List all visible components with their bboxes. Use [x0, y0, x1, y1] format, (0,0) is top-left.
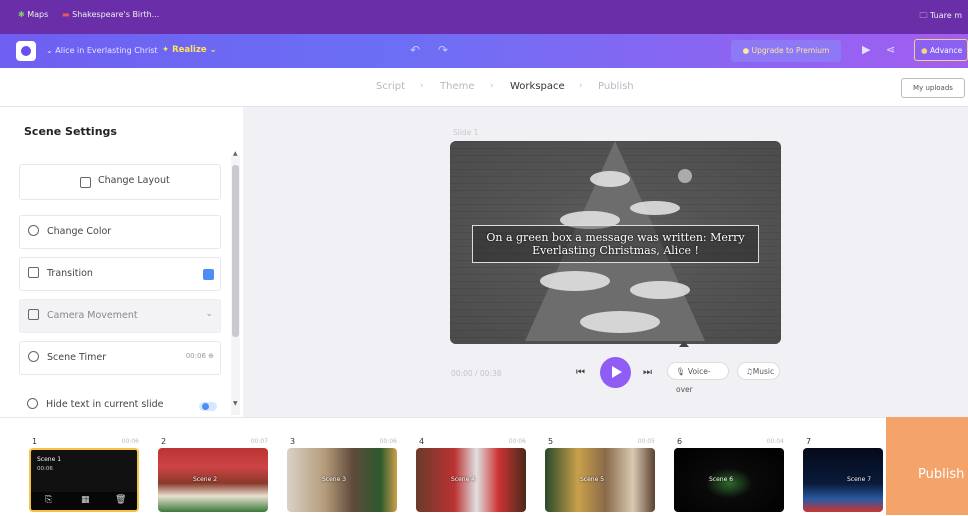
bookmark-folder[interactable]: 🗀 Tuare m — [919, 10, 962, 24]
step-script[interactable]: Script — [376, 81, 405, 92]
step-workspace[interactable]: Workspace — [510, 81, 565, 92]
palette-icon — [28, 225, 39, 236]
chevron-down-icon: ⌄ — [205, 309, 213, 319]
panel-scroll-thumb[interactable] — [232, 165, 239, 337]
next-scene-icon[interactable]: ⏭ — [643, 367, 652, 378]
music-icon: ♫ — [746, 367, 753, 376]
publish-button[interactable]: Publish — [918, 467, 964, 482]
scene-thumbnail[interactable]: Scene 3 — [287, 448, 397, 512]
upgrade-premium-button[interactable]: ● Upgrade to Premium — [731, 40, 841, 62]
advanced-button[interactable]: ● Advance — [914, 39, 968, 61]
slide-label: Slide 1 — [453, 128, 479, 137]
layout-icon — [80, 177, 91, 188]
scene-card-5[interactable]: 5 00:05 Scene 5 — [545, 436, 655, 516]
snow-patch — [540, 271, 610, 291]
bookmark-maps[interactable]: ✱ Maps — [18, 10, 48, 19]
camera-movement-dropdown[interactable]: Camera Movement ⌄ — [19, 299, 221, 333]
hide-text-toggle[interactable] — [199, 402, 217, 411]
scene-thumbnail[interactable]: Scene 2 — [158, 448, 268, 512]
scene-card-1[interactable]: 1 00:06 Scene 1 00:06 ⎘ ▦ 🗑 — [29, 436, 139, 516]
timer-icon — [28, 351, 39, 362]
previous-scene-icon[interactable]: ⏮ — [576, 367, 585, 378]
scene-card-3[interactable]: 3 00:06 Scene 3 — [287, 436, 397, 516]
copy-icon[interactable]: ⎘ — [45, 495, 52, 505]
change-color-button[interactable]: Change Color — [19, 215, 221, 249]
scene-tools: ⎘ ▦ 🗑 — [31, 492, 137, 510]
scene-thumbnail[interactable]: Scene 1 00:06 ⎘ ▦ 🗑 — [29, 448, 139, 512]
snow-patch — [590, 171, 630, 187]
sparkle-icon: ● — [921, 46, 928, 55]
step-theme[interactable]: Theme — [440, 81, 475, 92]
microphone-icon: 🎙 — [676, 367, 686, 376]
slide-preview[interactable]: On a green box a message was written: Me… — [450, 141, 781, 344]
music-button[interactable]: ♫Music — [737, 362, 780, 380]
slide-resize-handle[interactable] — [679, 341, 689, 347]
publish-panel[interactable]: Publish — [886, 417, 968, 515]
scene-card-6[interactable]: 6 00:04 Scene 6 — [674, 436, 784, 516]
crown-icon: ● — [742, 46, 750, 55]
app-logo-icon[interactable] — [16, 41, 36, 61]
step-chevron-icon: › — [490, 81, 494, 91]
scene-thumbnail[interactable]: Scene 5 — [545, 448, 655, 512]
panel-title: Scene Settings — [24, 125, 117, 138]
snow-patch — [630, 281, 690, 299]
realize-dropdown[interactable]: ✦ Realize ⌄ — [162, 45, 217, 55]
step-chevron-icon: › — [420, 81, 424, 91]
trash-icon[interactable]: 🗑 — [115, 495, 126, 505]
folder-icon: 🗀 — [919, 11, 928, 20]
scene-timer-value[interactable]: 00:06 ⊕ — [186, 352, 214, 360]
scene-thumbnail[interactable]: Scene 7 — [803, 448, 883, 512]
ornament-icon — [678, 169, 692, 183]
undo-icon[interactable]: ↶ — [410, 43, 420, 57]
transition-toggle[interactable] — [203, 269, 214, 280]
scroll-down-icon[interactable]: ▼ — [233, 400, 238, 407]
maps-icon: ✱ — [18, 10, 25, 19]
share-icon[interactable]: ⋖ — [886, 43, 895, 56]
step-publish[interactable]: Publish — [598, 81, 634, 92]
star-icon: ✦ — [162, 45, 170, 55]
grid-icon[interactable]: ▦ — [81, 495, 90, 505]
scene-timer-option[interactable]: Scene Timer 00:06 ⊕ — [19, 341, 221, 375]
eye-off-icon — [27, 398, 38, 409]
voiceover-button[interactable]: 🎙 Voice-over — [667, 362, 729, 394]
scene-card-7[interactable]: 7 Scene 7 — [803, 436, 883, 516]
time-display: 00:00 / 00:38 — [451, 369, 502, 378]
preview-icon[interactable]: ▶ — [862, 43, 870, 56]
snow-patch — [630, 201, 680, 215]
my-uploads-button[interactable]: My uploads — [901, 78, 965, 98]
transition-icon — [28, 267, 39, 278]
chevron-down-icon: ⌄ — [46, 46, 53, 55]
transition-option[interactable]: Transition — [19, 257, 221, 291]
snow-patch — [580, 311, 660, 333]
redo-icon[interactable]: ↷ — [438, 43, 448, 57]
bookmark-favicon-icon: ▬ — [62, 10, 70, 19]
bookmark-shakespeare[interactable]: ▬ Shakespeare's Birth... — [62, 10, 159, 19]
scene-settings-panel: Scene Settings Change Layout Change Colo… — [0, 107, 243, 423]
play-button[interactable] — [600, 357, 631, 388]
change-layout-button[interactable]: Change Layout — [19, 164, 221, 200]
slide-text-box[interactable]: On a green box a message was written: Me… — [472, 225, 759, 263]
scene-thumbnail[interactable]: Scene 6 — [674, 448, 784, 512]
camera-icon — [28, 309, 39, 320]
chevron-down-icon: ⌄ — [209, 45, 217, 55]
browser-bookmarks-bar: ✱ Maps ▬ Shakespeare's Birth... 🗀 Tuare … — [0, 0, 968, 34]
scene-thumbnail[interactable]: Scene 4 — [416, 448, 526, 512]
scene-card-2[interactable]: 2 00:07 Scene 2 — [158, 436, 268, 516]
scroll-up-icon[interactable]: ▲ — [233, 150, 238, 157]
workflow-steps-bar: Script › Theme › Workspace › Publish My … — [0, 68, 968, 107]
step-chevron-icon: › — [579, 81, 583, 91]
app-header: ⌄ Alice in Everlasting Christ ✦ Realize … — [0, 34, 968, 68]
project-name[interactable]: ⌄ Alice in Everlasting Christ — [46, 46, 158, 55]
scene-card-4[interactable]: 4 00:06 Scene 4 — [416, 436, 526, 516]
